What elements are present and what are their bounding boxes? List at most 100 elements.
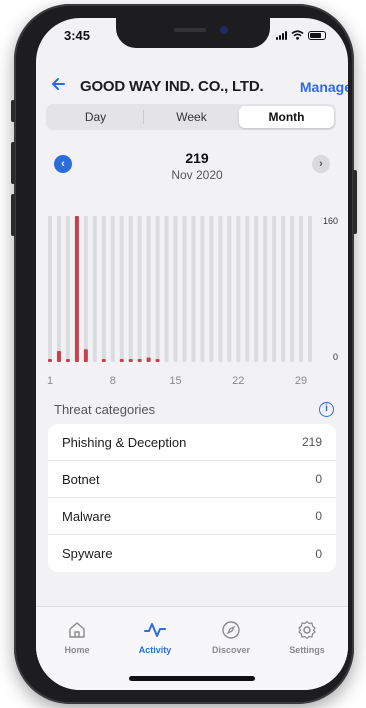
bar-track (182, 216, 187, 362)
activity-icon (120, 619, 190, 641)
tab-home[interactable]: Home (42, 619, 112, 655)
x-tick-label: 29 (295, 375, 307, 387)
threat-name: Botnet (62, 471, 100, 487)
threat-list: Phishing & Deception 219 Botnet 0 Malwar… (48, 424, 336, 572)
list-item[interactable]: Botnet 0 (48, 461, 336, 498)
bar-track (209, 216, 214, 362)
volume-down-button (11, 194, 15, 236)
tab-month[interactable]: Month (239, 106, 334, 128)
x-tick-label: 22 (232, 375, 244, 387)
total-count: 219 (185, 150, 209, 166)
chart-bar[interactable] (146, 357, 151, 362)
threat-count: 0 (315, 472, 322, 486)
bar-track (65, 216, 70, 362)
chart-bar[interactable] (119, 359, 124, 362)
bar-track (110, 216, 115, 362)
y-tick-label: 160 (323, 216, 338, 226)
list-item[interactable]: Spyware 0 (48, 535, 336, 572)
mute-switch (11, 100, 15, 122)
bar-track (299, 216, 304, 362)
threat-name: Malware (62, 508, 112, 524)
bar-track (56, 216, 61, 362)
screen: 3:45 GOOD WAY IND. CO., LTD. Manage Day … (36, 18, 348, 690)
tab-label: Home (64, 645, 90, 655)
bar-track (155, 216, 160, 362)
bar-track (191, 216, 196, 362)
tab-label: Activity (138, 645, 172, 655)
bar-track (48, 216, 52, 362)
status-time: 3:45 (64, 28, 91, 43)
threat-count: 0 (315, 509, 322, 523)
bar-track (236, 216, 241, 362)
home-indicator (129, 676, 255, 681)
power-button (353, 170, 357, 234)
info-icon[interactable]: i (319, 402, 334, 417)
bar-track (164, 216, 169, 362)
list-item[interactable]: Phishing & Deception 219 (48, 424, 336, 461)
x-tick-label: 8 (110, 375, 116, 387)
chart-bar[interactable] (48, 359, 52, 362)
speaker (174, 28, 206, 32)
chart-bar[interactable] (101, 359, 106, 362)
bar-track (146, 216, 151, 362)
period-label: Nov 2020 (171, 168, 223, 182)
chart-bar[interactable] (137, 359, 142, 362)
battery-icon (308, 31, 326, 40)
threat-categories-heading: Threat categories (54, 402, 156, 417)
volume-up-button (11, 142, 15, 184)
manage-button[interactable]: Manage (300, 79, 348, 95)
bar-track (245, 216, 250, 362)
bar-track (281, 216, 286, 362)
threat-count: 219 (301, 435, 322, 449)
tab-discover[interactable]: Discover (196, 619, 266, 655)
x-tick-label: 15 (169, 375, 181, 387)
bar-track (227, 216, 232, 362)
tab-label: Settings (289, 645, 325, 655)
threat-name: Phishing & Deception (62, 434, 187, 450)
status-icons (276, 30, 326, 40)
activity-bar-chart: 160 0 1 8 15 22 29 (47, 216, 338, 387)
bar-track (128, 216, 133, 362)
tab-label: Discover (211, 645, 251, 655)
bar-track (200, 216, 205, 362)
chart-bar[interactable] (74, 216, 79, 362)
y-tick-label: 0 (333, 352, 338, 362)
wifi-icon (291, 30, 304, 40)
tab-settings[interactable]: Settings (272, 619, 342, 655)
gear-icon (272, 619, 342, 641)
chart-bar[interactable] (128, 359, 133, 362)
threat-count: 0 (315, 546, 322, 561)
bar-track (101, 216, 106, 362)
bar-track (137, 216, 142, 362)
chart-bar[interactable] (155, 359, 160, 362)
cellular-signal-icon (276, 31, 287, 40)
chart-bar[interactable] (65, 359, 70, 362)
bar-track (218, 216, 223, 362)
bar-track (272, 216, 277, 362)
compass-icon (196, 619, 266, 641)
tab-activity[interactable]: Activity (120, 619, 190, 655)
tab-day[interactable]: Day (48, 106, 143, 128)
bar-track (173, 216, 178, 362)
home-icon (42, 619, 112, 641)
back-arrow-icon[interactable] (50, 76, 66, 97)
chart-bar[interactable] (83, 349, 88, 362)
threat-name: Spyware (62, 546, 113, 561)
bar-track (119, 216, 124, 362)
tab-week[interactable]: Week (144, 106, 239, 128)
list-item[interactable]: Malware 0 (48, 498, 336, 535)
camera (220, 26, 228, 34)
bar-track (254, 216, 259, 362)
x-tick-label: 1 (47, 375, 53, 387)
bar-track (290, 216, 295, 362)
next-period-button[interactable]: › (312, 155, 330, 173)
period-segmented-control: Day Week Month (46, 104, 336, 130)
page-title: GOOD WAY IND. CO., LTD. (80, 78, 264, 95)
bar-track (263, 216, 268, 362)
bar-track (308, 216, 312, 362)
bar-track (92, 216, 97, 362)
bar-track (83, 216, 88, 362)
header: GOOD WAY IND. CO., LTD. Manage (36, 76, 348, 100)
notch (116, 18, 270, 48)
chart-bar[interactable] (56, 351, 61, 362)
